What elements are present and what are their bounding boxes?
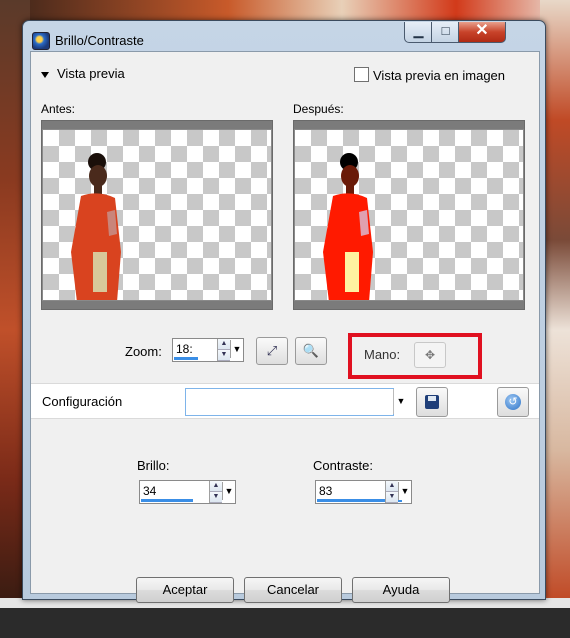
help-button[interactable]: Ayuda <box>352 577 450 603</box>
brightness-spinner[interactable]: 34 ▲ ▼ ▼ <box>139 480 236 504</box>
hand-button[interactable]: ✥ <box>414 342 446 368</box>
save-icon <box>425 395 439 409</box>
reset-icon: ↺ <box>505 394 521 410</box>
zoom-icon: 🔍 <box>302 343 320 358</box>
after-preview[interactable] <box>293 120 525 310</box>
before-preview[interactable] <box>41 120 273 310</box>
contrast-dropdown[interactable]: ▼ <box>398 482 411 500</box>
brightness-contrast-dialog: Brillo/Contraste ▁ □ ✕ Vista previa Vist… <box>22 20 546 603</box>
brightness-label: Brillo: <box>137 458 170 473</box>
config-dropdown-arrow[interactable]: ▼ <box>393 389 408 414</box>
zoom-value: 18: <box>176 342 193 356</box>
config-dropdown[interactable] <box>185 388 394 416</box>
title-bar[interactable]: Brillo/Contraste ▁ □ ✕ <box>23 21 545 51</box>
zoom-spinner[interactable]: 18: ▲ ▼ ▼ <box>172 338 244 362</box>
zoom-dropdown[interactable]: ▼ <box>230 340 243 358</box>
hand-icon: ✥ <box>424 348 436 362</box>
image-preview-label: Vista previa en imagen <box>373 68 506 83</box>
maximize-icon: □ <box>441 23 450 38</box>
minimize-icon: ▁ <box>413 23 424 38</box>
zoom-label: Zoom: <box>125 344 162 359</box>
zoom-arrows[interactable]: ▲ ▼ <box>217 339 230 361</box>
preview-toggle-label: Vista previa <box>57 66 125 81</box>
collapse-triangle-icon <box>41 71 49 78</box>
cancel-button[interactable]: Cancelar <box>244 577 342 603</box>
image-preview-option[interactable]: Vista previa en imagen <box>354 67 505 83</box>
brightness-level-bar <box>141 499 193 502</box>
save-config-button[interactable] <box>416 387 448 417</box>
reset-button[interactable]: ↺ <box>497 387 529 417</box>
hand-tool-highlight: Mano: ✥ <box>348 333 482 379</box>
taskbar-area <box>0 598 570 638</box>
image-preview-checkbox[interactable] <box>354 67 369 82</box>
maximize-button[interactable]: □ <box>431 22 460 43</box>
app-icon <box>32 32 50 50</box>
before-label: Antes: <box>41 102 76 116</box>
accept-button[interactable]: Aceptar <box>136 577 234 603</box>
fit-window-button[interactable]: ⤢ <box>256 337 288 365</box>
close-button[interactable]: ✕ <box>458 22 506 43</box>
zoom-level-bar <box>174 357 198 360</box>
fit-window-icon: ⤢ <box>266 343 278 358</box>
minimize-button[interactable]: ▁ <box>404 22 433 43</box>
contrast-arrows[interactable]: ▲ ▼ <box>385 481 398 503</box>
brightness-value: 34 <box>143 484 157 498</box>
brightness-arrows[interactable]: ▲ ▼ <box>209 481 222 503</box>
contrast-value: 83 <box>319 484 333 498</box>
zoom-actual-button[interactable]: 🔍 <box>295 337 327 365</box>
figure-before <box>71 153 121 300</box>
brightness-dropdown[interactable]: ▼ <box>222 482 235 500</box>
window-title: Brillo/Contraste <box>55 33 144 48</box>
contrast-label: Contraste: <box>313 458 373 473</box>
config-label: Configuración <box>42 394 123 409</box>
contrast-spinner[interactable]: 83 ▲ ▼ ▼ <box>315 480 412 504</box>
close-icon: ✕ <box>475 22 489 39</box>
hand-label: Mano: <box>364 347 401 362</box>
after-label: Después: <box>293 102 344 116</box>
figure-after <box>323 153 373 300</box>
preview-toggle[interactable]: Vista previa <box>41 66 125 81</box>
dialog-client: Vista previa Vista previa en imagen Ante… <box>30 51 540 603</box>
